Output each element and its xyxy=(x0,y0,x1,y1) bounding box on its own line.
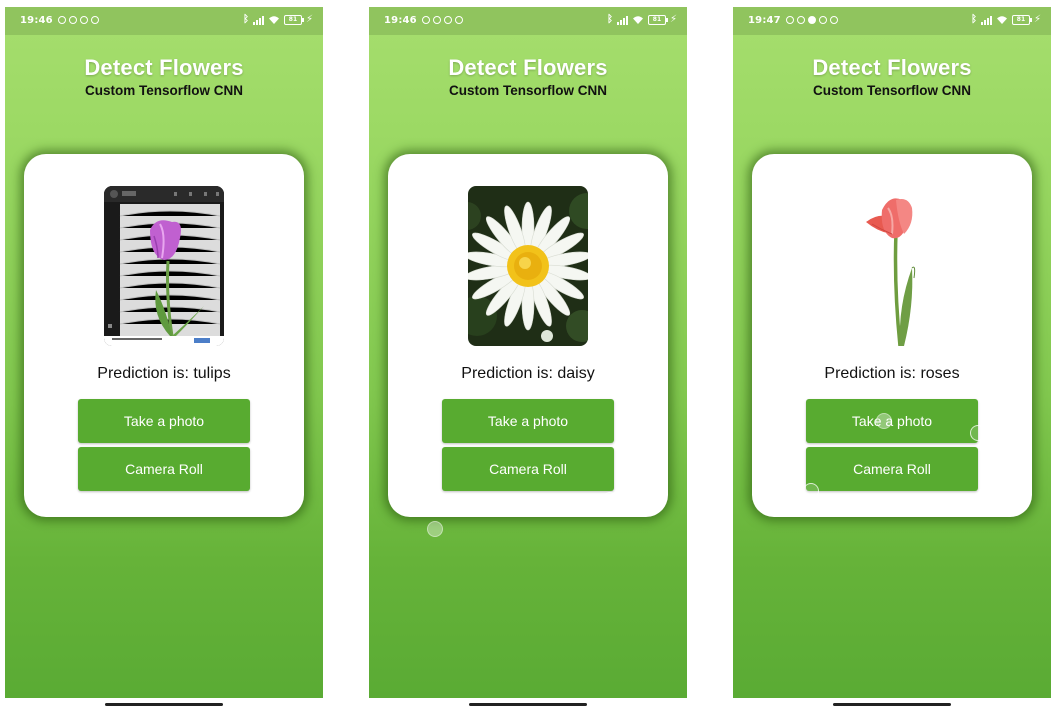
settings-icon xyxy=(58,16,66,24)
system-status-icons: ᛒ 81 ⚡ xyxy=(971,14,1041,25)
system-status-icons: ᛒ 81 ⚡ xyxy=(607,14,677,25)
touch-ripple-indicator xyxy=(507,499,523,515)
tulip-screenshot-photo xyxy=(104,186,224,346)
charging-icon: ⚡ xyxy=(669,14,677,25)
alarm-icon xyxy=(69,16,77,24)
status-bar: 19:47 ᛒ 81 ⚡ xyxy=(733,7,1051,35)
touch-ripple-indicator xyxy=(427,521,443,537)
app-notification-icon xyxy=(819,16,827,24)
app-title: Detect Flowers xyxy=(812,55,972,80)
app-title: Detect Flowers xyxy=(448,55,608,80)
prediction-text: Prediction is: daisy xyxy=(461,365,595,382)
app-notification-icon xyxy=(830,16,838,24)
notification-icons xyxy=(786,16,838,24)
result-card: Prediction is: roses Take a photo Camera… xyxy=(752,154,1032,517)
bluetooth-icon: ᛒ xyxy=(242,14,249,25)
prediction-text: Prediction is: roses xyxy=(824,365,960,382)
prediction-text: Prediction is: tulips xyxy=(97,365,231,382)
status-time: 19:47 xyxy=(748,15,781,26)
status-time: 19:46 xyxy=(384,15,417,26)
app-notification-icon xyxy=(808,16,816,24)
home-indicator[interactable] xyxy=(105,703,223,706)
pink-tulip-photo xyxy=(832,186,952,346)
wifi-icon xyxy=(632,15,643,24)
system-status-icons: ᛒ 81 ⚡ xyxy=(243,14,313,25)
camera-roll-button[interactable]: Camera Roll xyxy=(806,447,978,491)
charging-icon: ⚡ xyxy=(1033,14,1041,25)
touch-ripple-indicator xyxy=(602,492,618,508)
daisy-photo xyxy=(468,186,588,346)
result-card: Prediction is: tulips Take a photo Camer… xyxy=(24,154,304,517)
app-notification-icon xyxy=(80,16,88,24)
settings-icon xyxy=(422,16,430,24)
phone-screen-1: 19:46 ᛒ 81 ⚡ Detect Flowers Custom Tenso… xyxy=(5,7,323,698)
wifi-icon xyxy=(996,15,1007,24)
take-photo-button[interactable]: Take a photo xyxy=(78,399,250,443)
app-subtitle: Custom Tensorflow CNN xyxy=(449,83,607,98)
signal-icon xyxy=(616,15,628,25)
bluetooth-icon: ᛒ xyxy=(970,14,977,25)
touch-ripple-indicator xyxy=(970,425,986,441)
wifi-icon xyxy=(268,15,279,24)
app-title: Detect Flowers xyxy=(84,55,244,80)
camera-roll-button[interactable]: Camera Roll xyxy=(78,447,250,491)
camera-roll-button[interactable]: Camera Roll xyxy=(442,447,614,491)
signal-icon xyxy=(980,15,992,25)
result-card: Prediction is: daisy Take a photo Camera… xyxy=(388,154,668,517)
alarm-icon xyxy=(797,16,805,24)
charging-icon: ⚡ xyxy=(305,14,313,25)
status-bar: 19:46 ᛒ 81 ⚡ xyxy=(5,7,323,35)
app-subtitle: Custom Tensorflow CNN xyxy=(85,83,243,98)
phone-screen-3: 19:47 ᛒ 81 ⚡ Detect Flowers Custom Tenso… xyxy=(733,7,1051,698)
app-notification-icon xyxy=(455,16,463,24)
phone-screen-2: 19:46 ᛒ 81 ⚡ Detect Flowers Custom Tenso… xyxy=(369,7,687,698)
app-subtitle: Custom Tensorflow CNN xyxy=(813,83,971,98)
battery-icon: 81 xyxy=(1011,14,1032,25)
status-time: 19:46 xyxy=(20,15,53,26)
battery-icon: 81 xyxy=(283,14,304,25)
notification-icons xyxy=(58,16,99,24)
notification-icons xyxy=(422,16,463,24)
touch-ripple-indicator xyxy=(803,483,819,499)
app-notification-icon xyxy=(91,16,99,24)
home-indicator[interactable] xyxy=(469,703,587,706)
alarm-icon xyxy=(433,16,441,24)
status-bar: 19:46 ᛒ 81 ⚡ xyxy=(369,7,687,35)
settings-icon xyxy=(786,16,794,24)
touch-ripple-indicator xyxy=(876,413,892,429)
take-photo-button[interactable]: Take a photo xyxy=(442,399,614,443)
home-indicator[interactable] xyxy=(833,703,951,706)
bluetooth-icon: ᛒ xyxy=(606,14,613,25)
signal-icon xyxy=(252,15,264,25)
battery-icon: 81 xyxy=(647,14,668,25)
take-photo-button[interactable]: Take a photo xyxy=(806,399,978,443)
app-notification-icon xyxy=(444,16,452,24)
